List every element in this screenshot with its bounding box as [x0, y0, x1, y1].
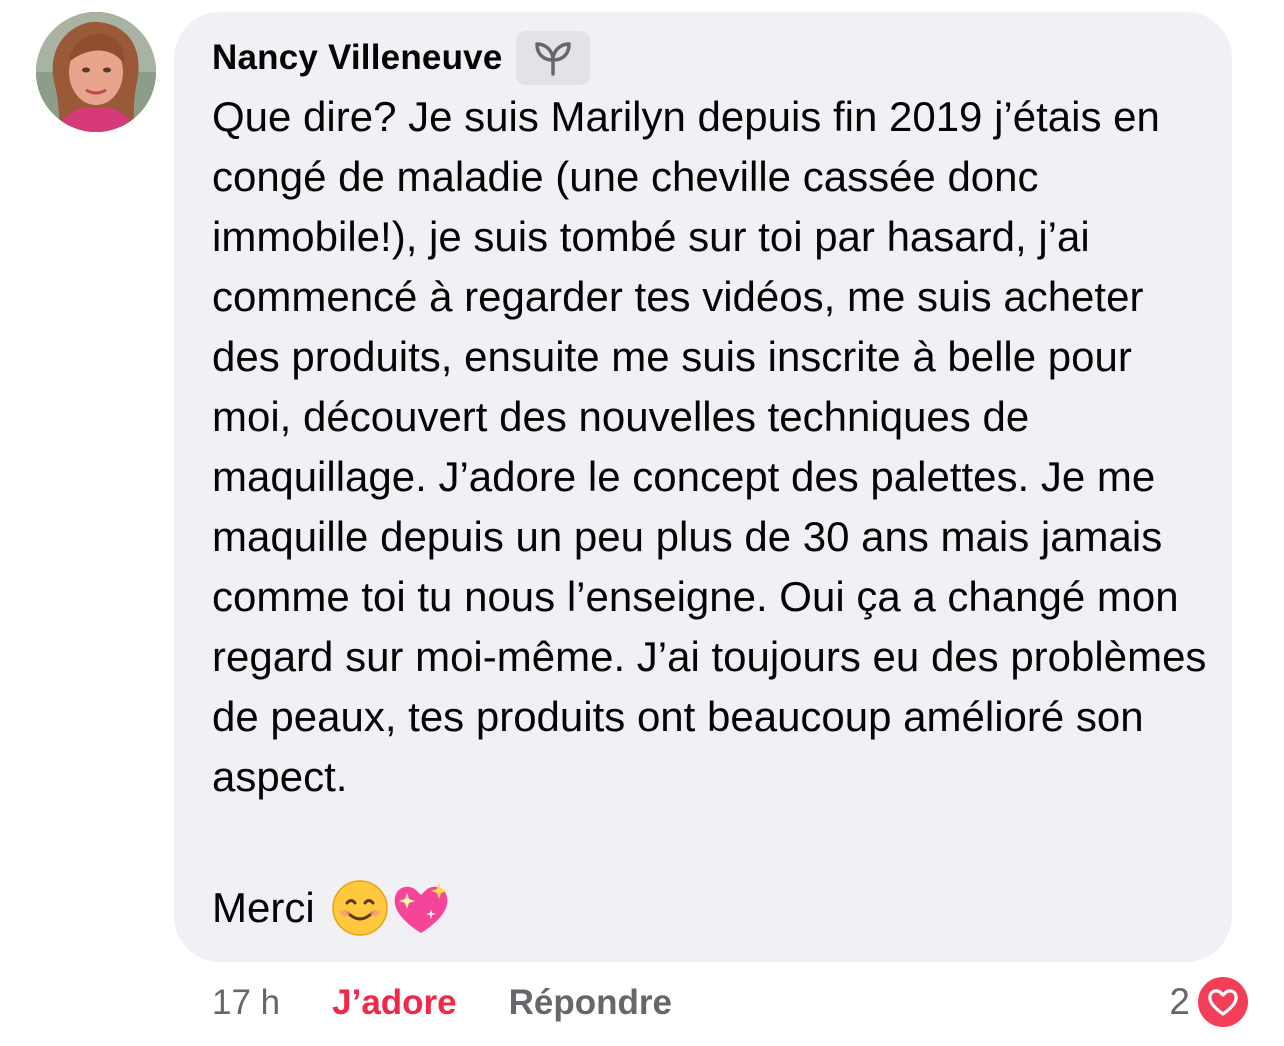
- author-name[interactable]: Nancy Villeneuve: [212, 38, 502, 78]
- reaction-count: 2: [1169, 981, 1190, 1022]
- reply-button[interactable]: Répondre: [509, 983, 672, 1023]
- closing-text: Merci: [212, 884, 315, 931]
- reaction-summary[interactable]: 2: [1169, 974, 1248, 1030]
- comment-closing: Merci: [212, 878, 453, 938]
- comment-body: Que dire? Je suis Marilyn depuis fin 201…: [212, 87, 1222, 807]
- sprout-icon: [516, 31, 591, 85]
- comment-actions: 17 h J’adore Répondre: [212, 975, 672, 1031]
- avatar[interactable]: [36, 12, 156, 132]
- sparkling-heart-icon: [394, 883, 448, 933]
- comment-paragraph: Que dire? Je suis Marilyn depuis fin 201…: [212, 93, 1207, 800]
- comment-timestamp[interactable]: 17 h: [212, 983, 280, 1023]
- comment-header: Nancy Villeneuve: [212, 30, 591, 86]
- smiling-face-icon: [331, 880, 388, 936]
- like-button[interactable]: J’adore: [332, 983, 457, 1023]
- heart-icon: [1198, 977, 1248, 1027]
